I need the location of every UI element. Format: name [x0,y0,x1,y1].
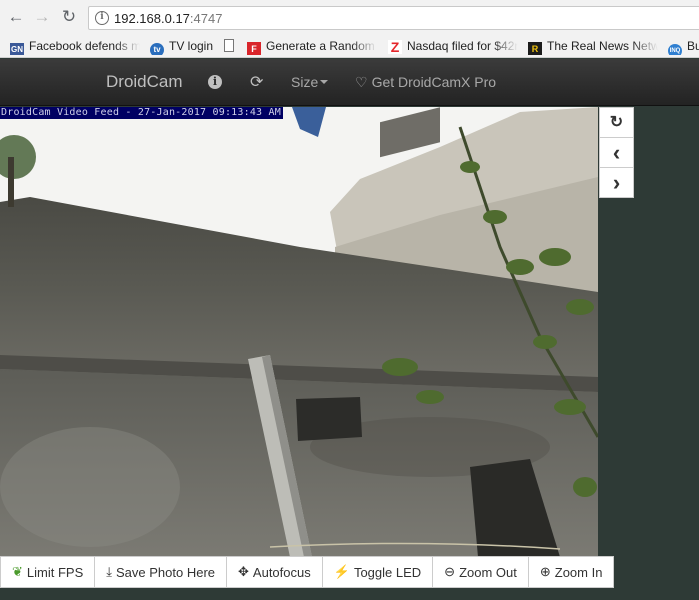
reload-icon[interactable]: ↻ [58,6,80,28]
bookmark-bu[interactable]: INQ Bu [668,37,699,55]
bookmark-blank[interactable] [224,37,240,55]
bookmark-nasdaq[interactable]: Z Nasdaq filed for $42m [388,37,518,55]
info-icon[interactable]: i [95,11,109,25]
gn-icon: GN [10,43,24,55]
video-side-controls: ↻ ‹ › [599,107,634,198]
autofocus-button[interactable]: ✥ Autofocus [226,556,323,588]
move-icon: ✥ [238,564,249,579]
r-icon: R [528,42,542,55]
next-button[interactable]: › [599,167,634,198]
chevron-right-icon: › [612,170,621,195]
rotate-icon: ↻ [609,114,624,131]
back-arrow-icon[interactable]: ← [5,6,27,28]
heart-icon: ♡ [355,74,368,90]
info-circle-icon[interactable]: i [208,75,222,89]
limit-fps-button[interactable]: ❦ Limit FPS [0,556,96,588]
z-icon: Z [388,40,402,54]
camera-toolbar: ❦ Limit FPS ⤓ Save Photo Here ✥ Autofocus ⚡… [0,556,615,588]
chevron-left-icon: ‹ [612,140,621,165]
bookmark-real-news[interactable]: R The Real News Netwo [528,37,658,55]
video-feed: DroidCam Video Feed - 27-Jan-2017 09:13:… [0,107,598,557]
toggle-led-button[interactable]: ⚡ Toggle LED [321,556,434,588]
zoom-out-icon: ⊖ [444,564,456,579]
url-text[interactable]: 192.168.0.17:4747 [114,11,222,26]
zoom-out-button[interactable]: ⊖ Zoom Out [432,556,529,588]
zoom-in-icon: ⊕ [539,564,551,579]
video-frame-image [0,107,598,557]
address-bar[interactable]: i 192.168.0.17:4747 [88,6,699,30]
download-icon: ⤓ [106,564,112,579]
bolt-icon: ⚡ [333,564,350,579]
blank-page-icon [224,39,234,52]
get-pro-link[interactable]: ♡ Get DroidCamX Pro [355,74,496,91]
bookmark-facebook[interactable]: GN Facebook defends mo [10,37,140,55]
f-icon: F [247,42,261,55]
previous-button[interactable]: ‹ [599,137,634,168]
video-timestamp-overlay: DroidCam Video Feed - 27-Jan-2017 09:13:… [0,107,283,119]
bookmark-tv-login[interactable]: tv TV login [150,37,220,55]
app-navbar: DroidCam i ⟳ Size ♡ Get DroidCamX Pro [0,59,699,106]
caret-down-icon [320,80,329,84]
inq-icon: INQ [668,44,682,55]
size-dropdown[interactable]: Size [291,74,329,90]
browser-toolbar: ← → ↻ i 192.168.0.17:4747 [0,0,699,34]
save-photo-button[interactable]: ⤓ Save Photo Here [94,556,228,588]
zoom-in-button[interactable]: ⊕ Zoom In [527,556,615,588]
bookmarks-bar: GN Facebook defends mo tv TV login F Genera… [0,34,699,58]
bookmark-random-generator[interactable]: F Generate a Random N [247,37,377,55]
brand-title[interactable]: DroidCam [106,72,183,92]
refresh-icon[interactable]: ⟳ [250,72,263,92]
tv-icon: tv [150,43,164,55]
rotate-button[interactable]: ↻ [599,107,634,138]
leaf-icon: ❦ [12,564,23,579]
forward-arrow-icon[interactable]: → [31,6,53,28]
